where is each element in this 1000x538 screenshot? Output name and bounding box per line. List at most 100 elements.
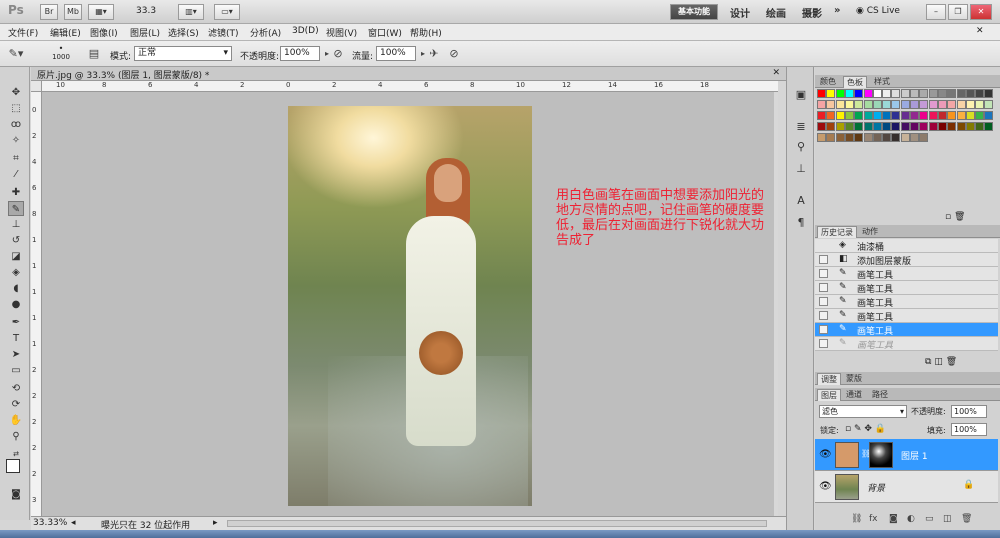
history-item[interactable]: ✎ 画笔工具 <box>815 309 998 323</box>
ruler-origin[interactable] <box>31 81 42 92</box>
history-item-selected[interactable]: ✎ 画笔工具 <box>815 323 998 337</box>
horizontal-ruler[interactable]: 10 8 6 4 2 0 2 4 6 8 10 12 14 16 18 <box>42 81 778 92</box>
swatch[interactable] <box>863 111 873 120</box>
close-doc-icon[interactable]: ✕ <box>772 68 780 78</box>
layer-opacity-input[interactable]: 100% <box>951 405 987 418</box>
swatch[interactable] <box>956 89 966 98</box>
lock-icons[interactable]: ▫ ✎ ✥ 🔒 <box>845 424 886 434</box>
swatch[interactable] <box>928 100 938 109</box>
history-item-undone[interactable]: ✎ 画笔工具 <box>815 337 998 351</box>
swatch[interactable] <box>844 122 854 131</box>
quick-select-tool-icon[interactable]: ✧ <box>8 133 24 148</box>
tab-adjustments[interactable]: 调整 <box>817 373 841 385</box>
workspace-essentials[interactable]: 基本功能 <box>670 4 718 20</box>
quick-mask-icon[interactable]: ◙ <box>8 487 24 502</box>
swatch[interactable] <box>863 122 873 131</box>
history-item[interactable]: ◧ 添加图层蒙版 <box>815 253 998 267</box>
character-panel-icon[interactable]: A <box>793 193 809 209</box>
swatch[interactable] <box>891 111 901 120</box>
history-snapshot-checkbox[interactable] <box>819 283 828 292</box>
blend-mode-select[interactable]: 滤色 ▾ <box>819 405 907 418</box>
brush-panel-icon[interactable]: ▤ <box>86 46 102 62</box>
cs-live-button[interactable]: ◉ CS Live <box>856 6 900 16</box>
tab-paths[interactable]: 路径 <box>869 389 891 401</box>
swatch[interactable] <box>817 111 826 120</box>
swatch[interactable] <box>910 111 919 120</box>
status-arrow-icon[interactable]: ◂ <box>71 518 76 528</box>
layer-row-layer1[interactable]: 👁 ⛓ 图层 1 <box>815 439 998 471</box>
type-tool-icon[interactable]: T <box>8 331 24 346</box>
swatch[interactable] <box>910 122 919 131</box>
workspace-design[interactable]: 设计 <box>730 5 750 20</box>
swatch[interactable] <box>817 100 826 109</box>
new-layer-icon[interactable]: ◫ <box>943 514 952 524</box>
swatch[interactable] <box>817 89 826 98</box>
swatch[interactable] <box>882 111 892 120</box>
history-brush-tool-icon[interactable]: ↺ <box>8 233 24 248</box>
history-snapshot-checkbox[interactable] <box>819 269 828 278</box>
paint-bucket-tool-icon[interactable]: ◈ <box>8 265 24 280</box>
swatch[interactable] <box>947 89 957 98</box>
brush-presets-panel-icon[interactable]: ≣ <box>793 119 809 135</box>
tab-masks[interactable]: 蒙版 <box>843 373 865 385</box>
airbrush-icon[interactable]: ✈ <box>426 46 442 62</box>
swatch[interactable] <box>826 133 836 142</box>
paragraph-panel-icon[interactable]: ¶ <box>793 215 809 231</box>
swatch[interactable] <box>956 122 966 131</box>
marquee-tool-icon[interactable]: ⬚ <box>8 101 24 116</box>
3d-rotate-tool-icon[interactable]: ⟲ <box>8 381 24 396</box>
foreground-color-swatch[interactable] <box>6 459 20 473</box>
menu-edit[interactable]: 编辑(E) <box>50 26 81 39</box>
clone-stamp-tool-icon[interactable]: ⊥ <box>8 217 24 232</box>
layer-name[interactable]: 图层 1 <box>901 449 928 462</box>
swatch[interactable] <box>835 100 845 109</box>
swatch[interactable] <box>863 133 873 142</box>
delete-swatch-icon[interactable]: 🗑 <box>954 212 965 222</box>
history-item[interactable]: ◈ 油漆桶 <box>815 239 998 253</box>
menu-window[interactable]: 窗口(W) <box>368 26 402 39</box>
link-layers-icon[interactable]: ⛓ <box>851 514 862 524</box>
layer-row-background[interactable]: 👁 背景 🔒 <box>815 471 998 503</box>
menu-filter[interactable]: 滤镜(T) <box>208 26 239 39</box>
swatch[interactable] <box>910 100 919 109</box>
horizontal-scrollbar[interactable] <box>227 520 767 527</box>
swatch[interactable] <box>863 89 873 98</box>
screen-mode-button[interactable]: ▭▾ <box>214 4 240 20</box>
swatch[interactable] <box>872 89 882 98</box>
swatch[interactable] <box>928 122 938 131</box>
zoom-tool-icon[interactable]: ⚲ <box>8 429 24 444</box>
zoom-level[interactable]: 33.3 <box>136 6 156 16</box>
eraser-tool-icon[interactable]: ◪ <box>8 249 24 264</box>
swatch[interactable] <box>928 89 938 98</box>
new-group-icon[interactable]: ▭ <box>925 514 934 524</box>
swatch[interactable] <box>965 122 975 131</box>
tab-styles[interactable]: 样式 <box>871 76 893 88</box>
eye-icon[interactable]: 👁 <box>819 449 832 460</box>
minimize-button[interactable]: – <box>926 4 946 20</box>
menu-image[interactable]: 图像(I) <box>90 26 118 39</box>
swatch[interactable] <box>882 100 892 109</box>
swatch[interactable] <box>872 133 882 142</box>
swatch[interactable] <box>817 122 826 131</box>
new-document-from-state-icon[interactable]: ⧉ <box>925 357 931 367</box>
restore-button[interactable]: ❐ <box>948 4 968 20</box>
new-swatch-icon[interactable]: ▫ <box>945 212 951 222</box>
menu-analysis[interactable]: 分析(A) <box>250 26 281 39</box>
swatch[interactable] <box>835 133 845 142</box>
minibridge-panel-icon[interactable]: ▣ <box>793 87 809 103</box>
swatch[interactable] <box>844 89 854 98</box>
swatch[interactable] <box>854 100 864 109</box>
swatch[interactable] <box>882 122 892 131</box>
history-snapshot-checkbox[interactable] <box>819 339 828 348</box>
history-item[interactable]: ✎ 画笔工具 <box>815 267 998 281</box>
swatch[interactable] <box>919 133 929 142</box>
swatch[interactable] <box>854 122 864 131</box>
tab-actions[interactable]: 动作 <box>859 226 881 238</box>
swatch[interactable] <box>984 122 994 131</box>
swatch[interactable] <box>835 89 845 98</box>
swatch[interactable] <box>826 111 836 120</box>
hand-tool-icon[interactable]: ✋ <box>8 413 24 428</box>
swatch[interactable] <box>984 111 994 120</box>
swatch[interactable] <box>947 100 957 109</box>
swatch[interactable] <box>975 100 985 109</box>
